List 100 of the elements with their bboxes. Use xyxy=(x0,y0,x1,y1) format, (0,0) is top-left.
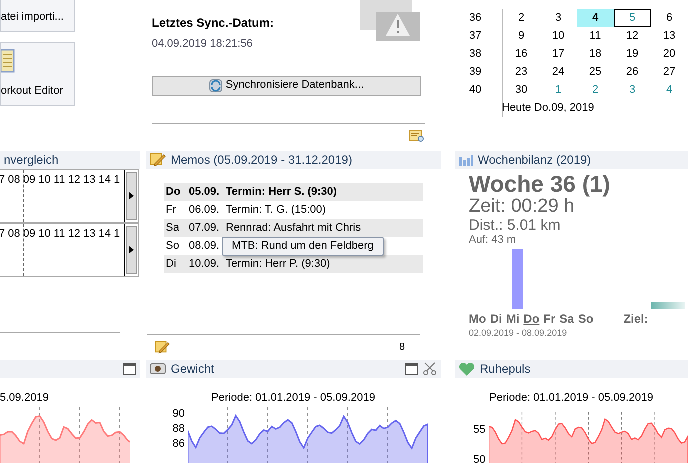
calendar-day[interactable]: 19 xyxy=(614,45,651,63)
table-icon xyxy=(1,49,15,73)
calendar-day[interactable]: 18 xyxy=(577,45,614,63)
hour-label: 1 xyxy=(114,173,120,188)
week-number: 38 xyxy=(468,47,483,62)
calendar-day[interactable]: 5 xyxy=(614,9,651,27)
hour-label: 14 xyxy=(98,227,112,242)
weekday-label: Fr xyxy=(544,311,556,327)
hour-label: 12 xyxy=(68,173,81,188)
week-heading: Woche 36 (1) xyxy=(469,171,612,197)
chart-title: 5.09.2019 xyxy=(0,391,50,406)
scissors-icon[interactable] xyxy=(423,362,437,376)
hour-label: 10 xyxy=(38,227,51,242)
calendar-day[interactable]: 2 xyxy=(503,9,540,27)
panel-title: Ruhepuls xyxy=(480,361,531,378)
calendar-day[interactable]: 17 xyxy=(540,45,577,63)
sync-button[interactable]: Synchronisiere Datenbank... xyxy=(152,76,421,96)
calendar-day[interactable]: 2 xyxy=(577,81,614,99)
calendar-day[interactable]: 10 xyxy=(540,27,577,45)
sync-icon xyxy=(208,78,223,92)
memo-row[interactable]: Sa 07.09. Rennrad: Ausfahrt mit Chris xyxy=(164,219,423,237)
weekday-label: Mo xyxy=(469,311,486,327)
note-pencil-icon xyxy=(155,340,170,355)
calendar-day[interactable]: 24 xyxy=(540,63,577,81)
calendar-day[interactable]: 30 xyxy=(503,81,540,99)
calendar-day[interactable]: 9 xyxy=(503,27,540,45)
maximize-icon[interactable] xyxy=(123,363,136,375)
right-arrow-icon xyxy=(129,192,134,200)
hour-label: 11 xyxy=(54,173,66,188)
week-ascent: Auf: 43 m xyxy=(469,234,518,247)
week-number: 36 xyxy=(468,11,483,26)
goal-label: Ziel: xyxy=(624,311,648,327)
weekday-label: So xyxy=(578,311,594,327)
calendar-day[interactable]: 6 xyxy=(651,9,688,27)
week-distance: Dist.: 5.01 km xyxy=(469,217,562,234)
warning-icon xyxy=(360,0,420,41)
hour-label: 08 xyxy=(8,173,20,188)
hour-label: 11 xyxy=(54,227,66,242)
weekday-label: Mi xyxy=(506,311,520,327)
sync-date: 04.09.2019 18:21:56 xyxy=(152,37,254,52)
folder-search-icon[interactable] xyxy=(409,130,425,142)
chart-title: Periode: 01.01.2019 - 05.09.2019 xyxy=(488,391,654,406)
memo-count: 8 xyxy=(399,341,405,355)
weekday-label: Do xyxy=(524,311,540,327)
maximize-icon[interactable] xyxy=(405,363,418,375)
calendar-day[interactable]: 27 xyxy=(651,63,688,81)
tooltip: MTB: Rund um den Feldberg xyxy=(222,237,384,256)
week-number: 37 xyxy=(468,29,483,44)
week-number: 39 xyxy=(468,65,483,80)
week-time: Zeit: 00:29 h xyxy=(469,197,576,217)
calendar-day[interactable]: 4 xyxy=(651,81,688,99)
right-arrow-icon xyxy=(129,246,134,254)
axis-tick-label: 88 xyxy=(172,422,185,436)
axis-tick-label: 55 xyxy=(473,422,486,438)
panel-title: Gewicht xyxy=(171,361,214,378)
calendar-day[interactable]: 16 xyxy=(503,45,540,63)
calendar-day[interactable]: 1 xyxy=(540,81,577,99)
sync-heading: Letztes Sync.-Datum: xyxy=(152,15,274,32)
panel-title: Wochenbilanz (2019) xyxy=(478,152,592,169)
calendar-day[interactable]: 3 xyxy=(614,81,651,99)
scroll-right-button[interactable] xyxy=(126,226,137,274)
calendar-day[interactable]: 11 xyxy=(577,27,614,45)
editor-tile[interactable]: orkout Editor xyxy=(0,42,75,106)
memo-row[interactable]: Di 10.09. Termin: Herr P. (9:30) xyxy=(164,255,423,273)
weekday-label: Di xyxy=(490,311,502,327)
calendar-day[interactable]: 3 xyxy=(540,9,577,27)
heart-icon xyxy=(459,362,475,376)
axis-tick-label: 90 xyxy=(172,406,185,422)
hour-label: 08 xyxy=(8,227,20,242)
memo-row[interactable]: Do 05.09. Termin: Herr S. (9:30) xyxy=(164,183,423,201)
hour-label: 12 xyxy=(68,227,81,242)
calendar-day[interactable]: 26 xyxy=(614,63,651,81)
hour-label: 10 xyxy=(38,173,51,188)
panel-title: nvergleich xyxy=(4,152,59,169)
note-pencil-icon xyxy=(150,152,166,168)
axis-tick-label: 50 xyxy=(473,452,486,463)
bar-chart-drawing xyxy=(512,249,523,309)
calendar-day[interactable]: 4 xyxy=(577,9,614,27)
week-range: 02.09.2019 - 08.09.2019 xyxy=(469,327,568,340)
calendar-day[interactable]: 25 xyxy=(577,63,614,81)
chart-title: Periode: 01.01.2019 - 05.09.2019 xyxy=(210,391,376,406)
memo-row[interactable]: Fr 06.09. Termin: T. G. (15:00) xyxy=(164,201,423,219)
calendar-day[interactable]: 13 xyxy=(651,27,688,45)
hour-label: 1 xyxy=(114,227,120,242)
today-label[interactable]: Heute Do.09, 2019 xyxy=(502,100,688,116)
hour-label: 13 xyxy=(84,227,96,242)
scroll-right-button[interactable] xyxy=(126,172,137,220)
calendar-day[interactable]: 23 xyxy=(503,63,540,81)
week-number: 40 xyxy=(468,83,483,98)
hour-label: 13 xyxy=(84,173,96,188)
calendar-day[interactable]: 20 xyxy=(651,45,688,63)
calendar-day[interactable]: 12 xyxy=(614,27,651,45)
hour-label: 09 xyxy=(23,227,36,242)
hour-label: 14 xyxy=(98,173,112,188)
panel-title: Memos (05.09.2019 - 31.12.2019) xyxy=(171,152,352,169)
import-tile[interactable]: atei importi... xyxy=(0,0,75,32)
hour-label: 09 xyxy=(23,173,36,188)
axis-tick-label: 86 xyxy=(172,436,185,452)
bar-chart-icon xyxy=(459,154,473,166)
weekday-label: Sa xyxy=(560,311,574,327)
